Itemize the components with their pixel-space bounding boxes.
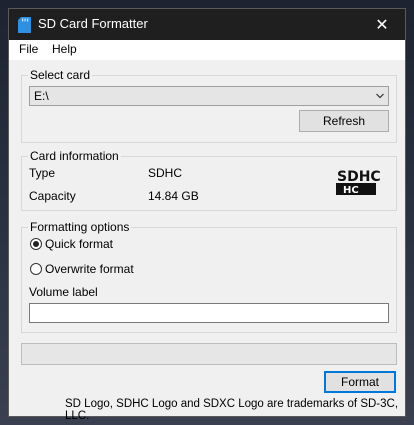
svg-text:HC: HC (343, 185, 359, 196)
format-label: Format (340, 375, 379, 389)
title-bar[interactable]: SD Card Formatter ✕ (9, 9, 405, 40)
type-label: Type (29, 166, 56, 180)
svg-text:SDHC: SDHC (337, 169, 381, 185)
menu-help[interactable]: Help (52, 42, 77, 56)
capacity-label: Capacity (29, 189, 76, 203)
overwrite-format-label[interactable]: Overwrite format (45, 262, 134, 276)
card-select-dropdown[interactable]: E:\ (29, 86, 389, 106)
overwrite-format-radio[interactable] (30, 263, 42, 275)
menu-bar: File Help (9, 40, 405, 60)
volume-label-caption: Volume label (29, 285, 98, 299)
format-button[interactable]: Format (324, 371, 396, 393)
progress-bar (21, 343, 397, 365)
sd-card-icon (18, 17, 31, 33)
quick-format-radio[interactable] (30, 238, 42, 250)
select-card-legend: Select card (30, 68, 91, 82)
type-value: SDHC (148, 166, 183, 180)
window-title: SD Card Formatter (38, 16, 148, 31)
capacity-value: 14.84 GB (148, 189, 199, 203)
menu-file[interactable]: File (19, 42, 38, 56)
quick-format-label[interactable]: Quick format (45, 237, 113, 251)
close-icon: ✕ (375, 16, 389, 34)
refresh-label: Refresh (322, 114, 366, 128)
selected-card: E:\ (34, 89, 49, 103)
close-button[interactable]: ✕ (359, 9, 405, 40)
refresh-button[interactable]: Refresh (299, 110, 389, 132)
sdhc-logo-icon: SDHC HC (336, 169, 381, 196)
trademark-notice: SD Logo, SDHC Logo and SDXC Logo are tra… (65, 398, 399, 422)
card-information-legend: Card information (30, 149, 119, 163)
formatting-options-legend: Formatting options (30, 220, 130, 234)
chevron-down-icon (376, 93, 384, 99)
volume-label-input[interactable] (29, 303, 389, 323)
app-window: SD Card Formatter ✕ File Help Select car… (8, 8, 406, 422)
radio-selected-dot (33, 241, 39, 247)
